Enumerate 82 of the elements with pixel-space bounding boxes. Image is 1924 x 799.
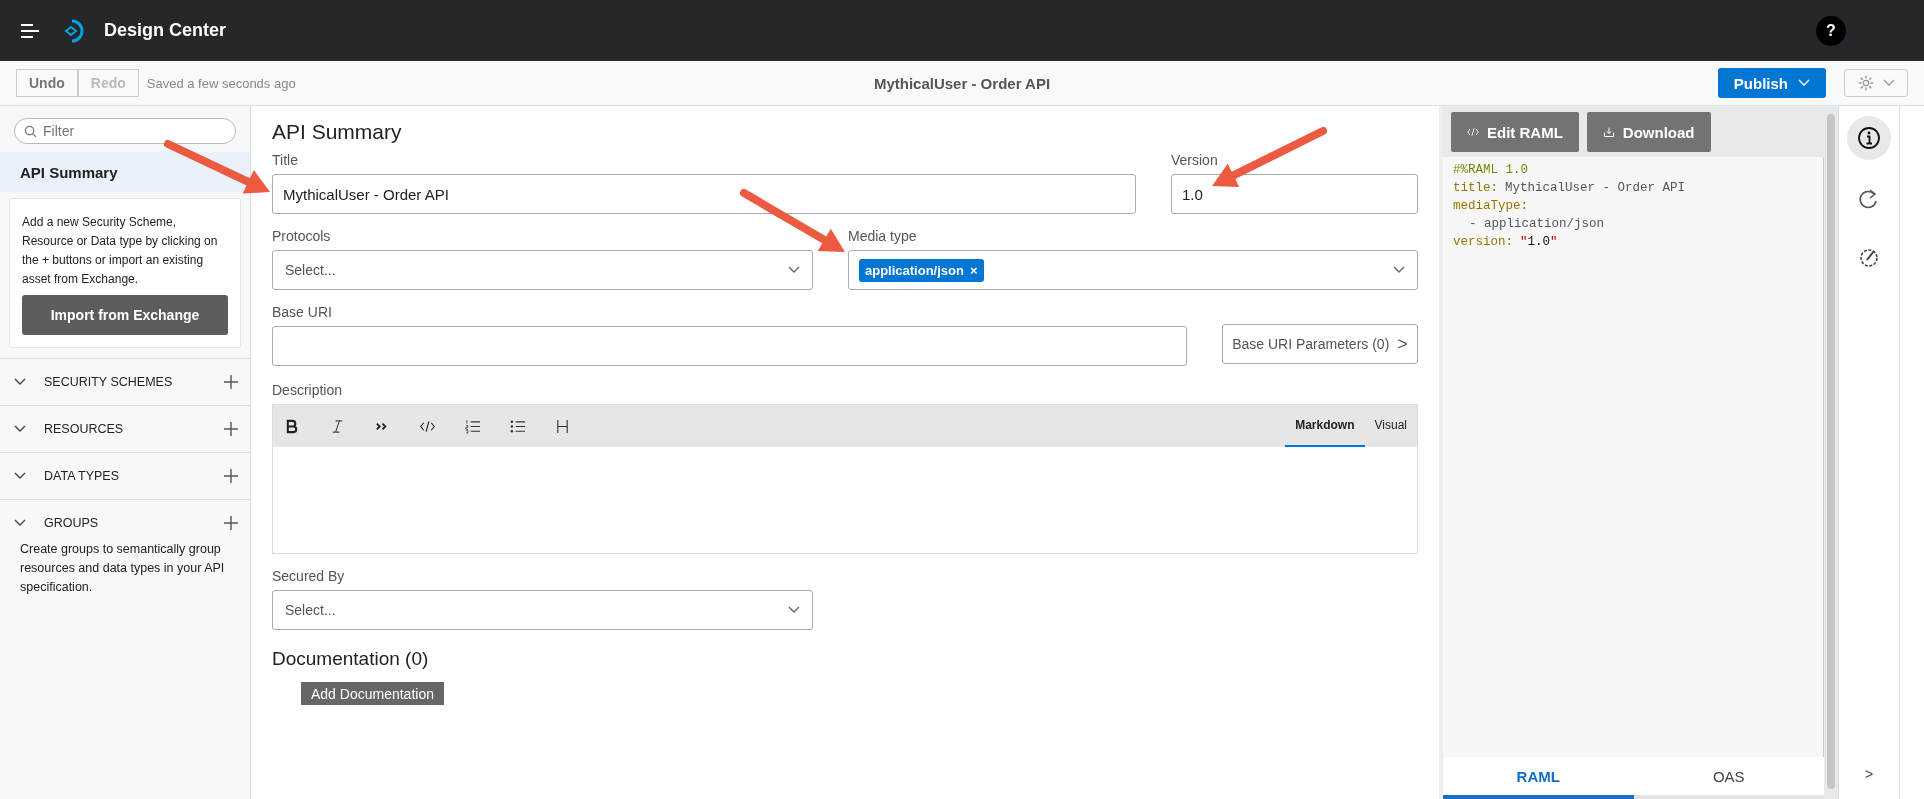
gear-pencil-icon[interactable] xyxy=(1857,246,1881,270)
bullet-list-icon[interactable] xyxy=(510,418,525,434)
hint-text: Add a new Security Scheme, Resource or Data type by clicking on the + buttons or import an existing asset from Exchange. xyxy=(22,214,219,288)
nav-item[interactable]: API Summary xyxy=(0,152,250,192)
code-token: - application/json xyxy=(1469,216,1605,233)
plus-icon xyxy=(224,516,238,530)
field-label: Version xyxy=(1171,152,1219,168)
expand-button[interactable]: > xyxy=(1858,765,1880,783)
filter-field[interactable]: Filter xyxy=(14,118,236,144)
settings-icon xyxy=(1857,74,1875,92)
chevron-down-icon xyxy=(14,472,26,480)
add-button[interactable] xyxy=(224,422,238,436)
section-heading: Documentation (0) xyxy=(272,648,430,670)
search-icon xyxy=(24,125,37,138)
text-input[interactable]: MythicalUser - Order API xyxy=(272,174,1136,214)
import-button[interactable]: Import from Exchange xyxy=(22,295,228,335)
chevron-down-icon xyxy=(788,606,800,614)
undo-button[interactable]: Undo xyxy=(16,69,78,97)
chevron-down-icon xyxy=(14,378,26,386)
page-heading: API Summary xyxy=(272,120,403,144)
field-label: Base URI xyxy=(272,304,333,320)
code-token: 1.0 xyxy=(1527,234,1551,251)
menu-icon[interactable] xyxy=(20,22,40,39)
text-input[interactable] xyxy=(272,326,1187,366)
base-uri-parameters-button[interactable]: Base URI Parameters (0) > xyxy=(1222,324,1418,364)
tag-label: application/json xyxy=(865,262,964,278)
save-status: Saved a few seconds ago xyxy=(146,75,296,91)
bold-icon[interactable] xyxy=(285,418,300,434)
plus-icon xyxy=(224,469,238,483)
panel-tab[interactable] xyxy=(1847,116,1891,160)
tag-select-field[interactable]: application/json × xyxy=(848,250,1418,290)
chevron-down-icon xyxy=(1883,79,1895,87)
section-note: Create groups to semantically group resources and data types in your API specification. xyxy=(19,541,226,596)
editor-mode-tab[interactable]: Visual xyxy=(1364,405,1417,447)
add-button[interactable] xyxy=(224,516,238,530)
code-token: title: xyxy=(1453,180,1498,197)
app-title: Design Center xyxy=(104,20,227,41)
field-label: Media type xyxy=(848,228,918,244)
italic-icon[interactable] xyxy=(330,418,345,434)
text-input[interactable]: 1.0 xyxy=(1171,174,1418,214)
section-header[interactable]: DATA TYPES xyxy=(44,469,224,483)
scrollbar[interactable] xyxy=(1827,114,1835,789)
remove-tag-button[interactable]: × xyxy=(969,262,978,278)
chevron-down-icon xyxy=(788,266,800,274)
field-label: Protocols xyxy=(272,228,332,244)
chevron-down-icon xyxy=(14,425,26,433)
project-title: MythicalUser - Order API xyxy=(873,74,1051,92)
description-editor[interactable]: Markdown Visual xyxy=(272,404,1418,554)
chevron-down-icon xyxy=(14,519,26,527)
chevron-down-icon xyxy=(1393,266,1405,274)
add-button[interactable] xyxy=(224,375,238,389)
code-token: " xyxy=(1520,234,1528,251)
section-header[interactable]: RESOURCES xyxy=(44,422,224,436)
field-label: Secured By xyxy=(272,568,346,584)
code-token: MythicalUser - Order API xyxy=(1505,180,1686,197)
info-icon[interactable] xyxy=(1857,126,1881,150)
code-editor[interactable]: #%RAML 1.0 title: MythicalUser - Order API mediaType: - application/json version: "1.0" xyxy=(1443,157,1824,757)
publish-button[interactable]: Publish xyxy=(1717,68,1826,98)
code-token: mediaType: xyxy=(1453,198,1528,215)
code-icon xyxy=(1467,126,1479,138)
add-button[interactable] xyxy=(224,469,238,483)
chevron-down-icon xyxy=(1798,79,1810,87)
chevron-right-glyph: > xyxy=(1397,333,1408,355)
select-dropdown[interactable]: Select... xyxy=(272,250,813,290)
code-icon[interactable] xyxy=(420,418,435,434)
section-header[interactable]: GROUPS xyxy=(44,516,224,530)
code-token: version: xyxy=(1453,234,1513,251)
heading-icon[interactable] xyxy=(555,418,570,434)
plus-icon xyxy=(224,422,238,436)
download-button[interactable]: Download xyxy=(1586,112,1711,152)
select-dropdown[interactable]: Select... xyxy=(272,590,813,630)
add-documentation-button[interactable]: Add Documentation xyxy=(301,682,444,705)
code-token: " xyxy=(1550,234,1558,251)
help-button[interactable]: ? xyxy=(1816,15,1846,46)
edit-raml-button[interactable]: Edit RAML xyxy=(1451,112,1579,152)
numbered-list-icon[interactable] xyxy=(465,418,480,434)
plus-icon xyxy=(224,375,238,389)
code-token: #%RAML 1.0 xyxy=(1453,162,1528,179)
download-icon xyxy=(1602,126,1615,138)
field-label: Title xyxy=(272,152,299,168)
section-header[interactable]: SECURITY SCHEMES xyxy=(44,375,224,389)
field-label: Description xyxy=(272,382,344,398)
